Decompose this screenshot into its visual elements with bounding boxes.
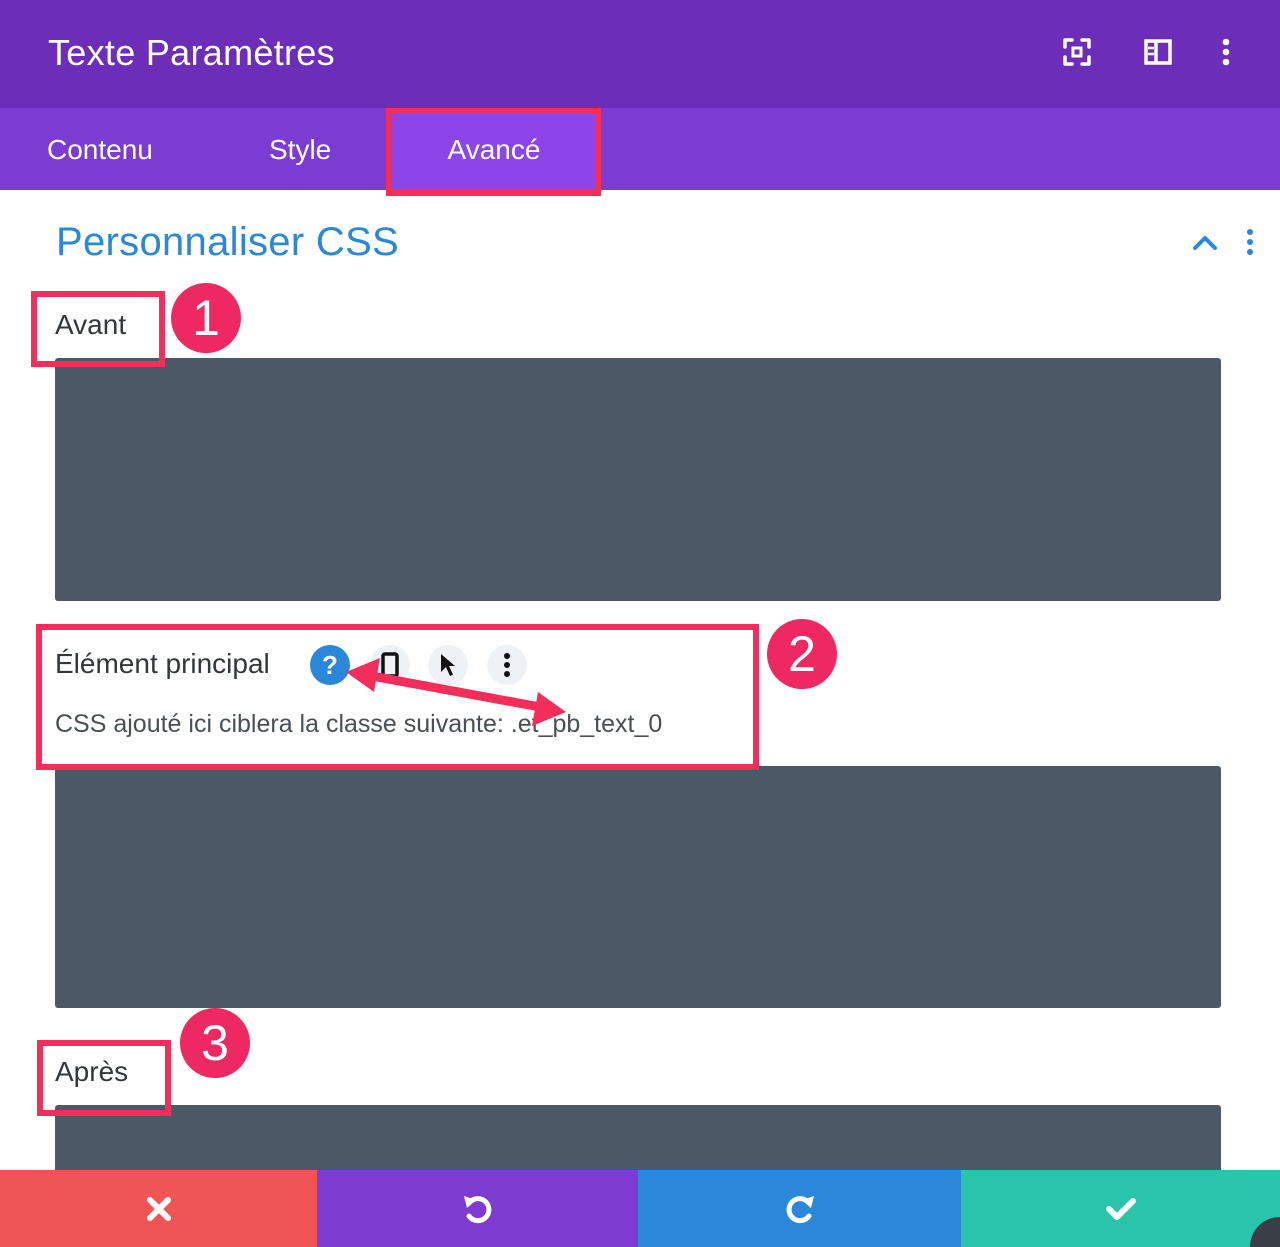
modal-footer xyxy=(0,1170,1280,1247)
checkmark-icon xyxy=(1105,1197,1136,1220)
undo-icon xyxy=(463,1195,491,1223)
save-button[interactable] xyxy=(961,1170,1280,1247)
annotation-number-2: 2 xyxy=(767,619,837,689)
redo-button[interactable] xyxy=(638,1170,961,1247)
redo-icon xyxy=(786,1195,814,1223)
cancel-button[interactable] xyxy=(0,1170,317,1247)
undo-button[interactable] xyxy=(317,1170,638,1247)
annotation-number-3: 3 xyxy=(180,1008,250,1078)
close-icon xyxy=(146,1196,171,1221)
annotation-number-1: 1 xyxy=(171,283,241,353)
